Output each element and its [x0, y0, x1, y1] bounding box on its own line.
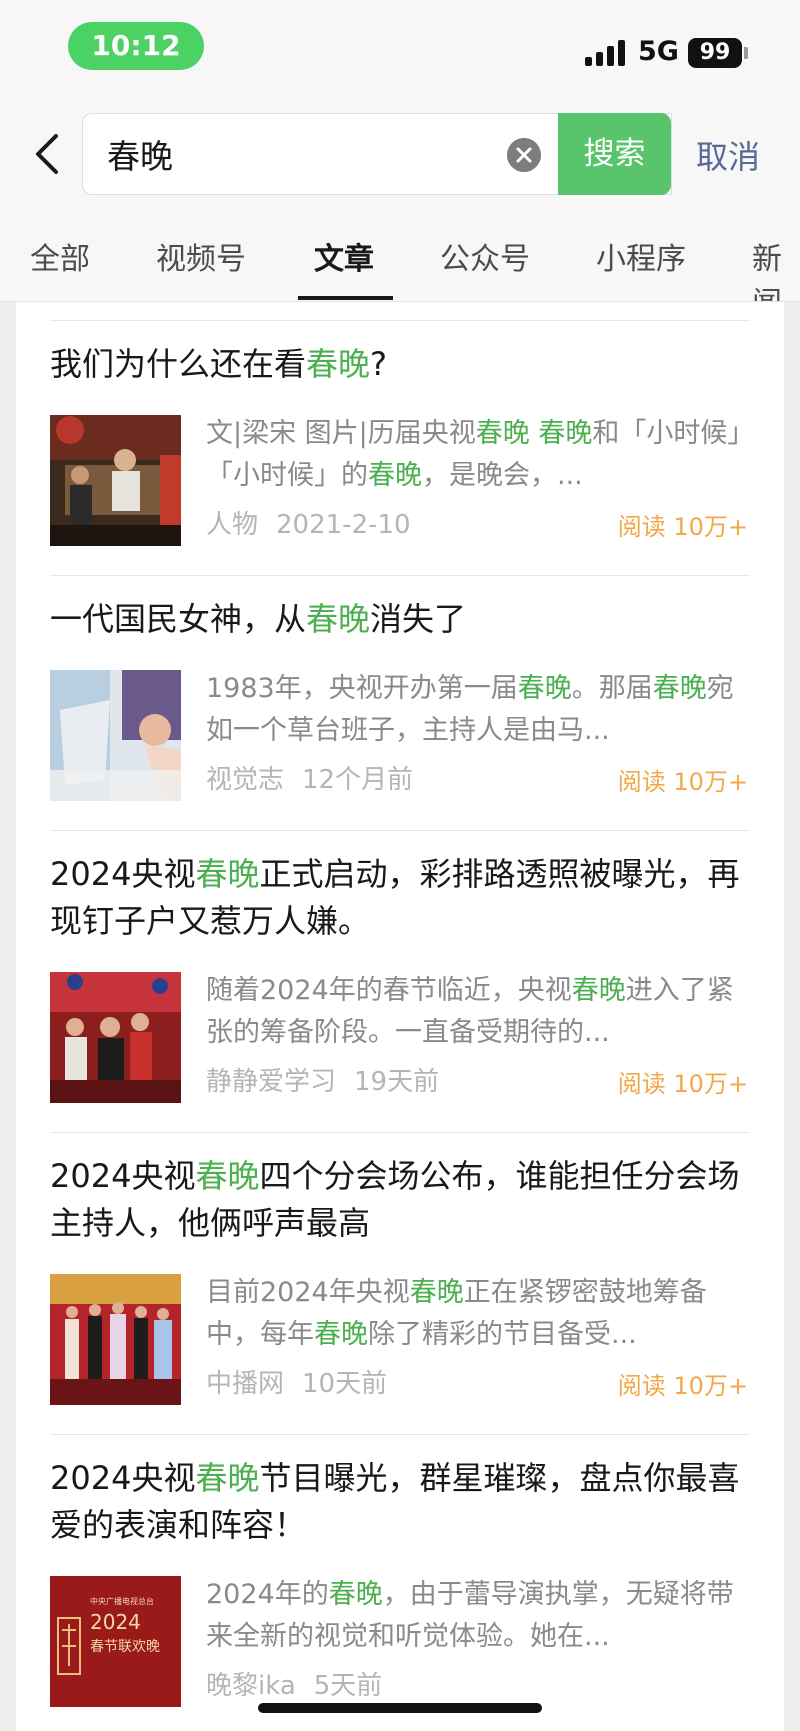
- tab-all[interactable]: 全部: [30, 234, 90, 278]
- read-count: 阅读 10万+: [617, 768, 748, 796]
- cancel-button[interactable]: 取消: [696, 132, 760, 178]
- keyword-highlight: 春晚: [517, 673, 572, 704]
- article-title[interactable]: 2024央视春晚四个分会场公布，谁能担任分会场主持人，他俩呼声最高: [50, 1153, 750, 1247]
- results-list: 我们为什么还在看春晚? 文|梁宋 图片|历届央视春晚 春晚和「小时候」「小时候」…: [16, 302, 784, 1731]
- signal-icon: [585, 40, 629, 66]
- keyword-highlight: 春晚: [314, 1319, 368, 1350]
- article-item[interactable]: 2024央视春晚正式启动，彩排路透照被曝光，再现钉子户又惹万人嫌。 随着2024…: [50, 830, 750, 1132]
- gala-poster-image: 中央广播电视总台 2024 春节联欢晚: [50, 1576, 181, 1707]
- keyword-highlight: 春晚: [571, 975, 626, 1006]
- keyword-highlight: 春晚: [538, 418, 593, 449]
- article-source: 静静爱学习: [206, 1067, 337, 1097]
- keyword-highlight: 春晚: [652, 673, 707, 704]
- tab-mini-programs[interactable]: 小程序: [596, 234, 686, 278]
- keyword-highlight: 春晚: [195, 855, 260, 893]
- article-date: 19天前: [354, 1067, 440, 1097]
- article-item[interactable]: 我们为什么还在看春晚? 文|梁宋 图片|历届央视春晚 春晚和「小时候」「小时候」…: [50, 320, 750, 575]
- tab-news[interactable]: 新闻: [752, 234, 800, 301]
- search-input[interactable]: [107, 114, 567, 194]
- article-date: 2021-2-10: [276, 510, 411, 540]
- status-time: 10:12: [68, 22, 204, 70]
- article-description: 目前2024年央视春晚正在紧锣密鼓地筹备中，每年春晚除了精彩的节目备受...: [206, 1272, 752, 1356]
- text-segment: 目前2024年央视: [206, 1277, 410, 1308]
- article-source: 人物: [206, 510, 259, 540]
- poster-title: 春节联欢晚: [90, 1639, 160, 1655]
- text-segment: 消失了: [370, 600, 467, 638]
- text-segment: 文|梁宋 图片|历届央视: [206, 418, 476, 449]
- article-meta: 中播网 10天前: [206, 1363, 387, 1400]
- text-segment: 除了精彩的节目备受...: [368, 1319, 637, 1350]
- actress-portrait-image: [50, 670, 181, 801]
- article-title[interactable]: 一代国民女神，从春晚消失了: [50, 596, 750, 643]
- article-title[interactable]: 我们为什么还在看春晚?: [50, 341, 750, 388]
- article-date: 12个月前: [302, 765, 414, 795]
- tab-articles[interactable]: 文章: [314, 234, 374, 278]
- text-segment: 2024央视: [50, 855, 196, 893]
- text-segment: ?: [370, 345, 388, 383]
- article-description: 随着2024年的春节临近，央视春晚进入了紧张的筹备阶段。一直备受期待的...: [206, 970, 752, 1054]
- tab-official-accounts[interactable]: 公众号: [440, 234, 530, 278]
- keyword-highlight: 春晚: [475, 418, 530, 449]
- text-segment: 2024央视: [50, 1459, 196, 1497]
- status-bar: 10:12 5G 99: [0, 0, 800, 96]
- article-meta: 静静爱学习 19天前: [206, 1061, 439, 1098]
- keyword-highlight: 春晚: [409, 1277, 464, 1308]
- article-source: 中播网: [206, 1369, 285, 1399]
- article-item[interactable]: 2024央视春晚四个分会场公布，谁能担任分会场主持人，他俩呼声最高 目前2024…: [50, 1132, 750, 1434]
- keyword-highlight: 春晚: [195, 1157, 260, 1195]
- text-segment: ，是晚会，...: [422, 460, 583, 491]
- keyword-highlight: 春晚: [306, 345, 371, 383]
- article-item[interactable]: 一代国民女神，从春晚消失了 1983年，央视开办第一届春晚。那届春晚宛如一个草台…: [50, 575, 750, 830]
- text-segment: 随着2024年的春节临近，央视: [206, 975, 572, 1006]
- read-count: 阅读 10万+: [617, 1070, 748, 1098]
- article-description: 文|梁宋 图片|历届央视春晚 春晚和「小时候」「小时候」的春晚，是晚会，...: [206, 413, 752, 497]
- keyword-highlight: 春晚: [368, 460, 422, 491]
- text-segment: 一代国民女神，从: [50, 600, 307, 638]
- text-segment: 2024央视: [50, 1157, 196, 1195]
- article-title[interactable]: 2024央视春晚正式启动，彩排路透照被曝光，再现钉子户又惹万人嫌。: [50, 851, 750, 945]
- active-tab-indicator: [298, 296, 393, 300]
- article-item[interactable]: 2024央视春晚节目曝光，群星璀璨，盘点你最喜爱的表演和阵容！ 中央广播电视总台…: [50, 1434, 750, 1731]
- battery-tip: [744, 47, 748, 59]
- poster-caption: 中央广播电视总台: [90, 1597, 154, 1606]
- text-segment: 我们为什么还在看: [50, 345, 307, 383]
- article-date: 5天前: [313, 1671, 383, 1701]
- clear-icon[interactable]: [507, 138, 541, 172]
- article-meta: 晚黎ika 5天前: [206, 1665, 382, 1702]
- article-description: 2024年的春晚，由于蕾导演执掌，无疑将带来全新的视觉和听觉体验。她在...: [206, 1574, 752, 1658]
- back-icon[interactable]: [28, 128, 68, 180]
- network-type: 5G: [638, 36, 679, 67]
- text-segment: 2024年的: [206, 1579, 329, 1610]
- search-header: 搜索 取消: [0, 96, 800, 216]
- keyword-highlight: 春晚: [306, 600, 371, 638]
- text-segment: 。那届: [571, 673, 653, 704]
- article-source: 视觉志: [206, 765, 285, 795]
- keyword-highlight: 春晚: [328, 1579, 383, 1610]
- article-date: 10天前: [302, 1369, 388, 1399]
- article-title[interactable]: 2024央视春晚节目曝光，群星璀璨，盘点你最喜爱的表演和阵容！: [50, 1455, 750, 1549]
- tab-channels[interactable]: 视频号: [156, 234, 246, 278]
- keyword-highlight: 春晚: [195, 1459, 260, 1497]
- read-count: 阅读 10万+: [617, 1372, 748, 1400]
- article-meta: 视觉志 12个月前: [206, 759, 413, 796]
- article-description: 1983年，央视开办第一届春晚。那届春晚宛如一个草台班子，主持人是由马...: [206, 668, 752, 752]
- article-meta: 人物 2021-2-10: [206, 504, 411, 541]
- battery-icon: 99: [688, 38, 742, 68]
- text-segment: 1983年，央视开办第一届: [206, 673, 518, 704]
- poster-year: 2024: [90, 1610, 141, 1634]
- read-count: 阅读 10万+: [617, 513, 748, 541]
- hosts-on-stage-image: [50, 1274, 181, 1405]
- rehearsal-image: [50, 972, 181, 1103]
- search-button[interactable]: 搜索: [558, 113, 671, 195]
- home-indicator[interactable]: [258, 1703, 542, 1713]
- seal-icon: [57, 1617, 81, 1675]
- tab-bar: 全部 视频号 文章 公众号 小程序 新闻: [0, 216, 800, 302]
- article-source: 晚黎ika: [206, 1671, 296, 1701]
- stage-performance-image: [50, 415, 181, 546]
